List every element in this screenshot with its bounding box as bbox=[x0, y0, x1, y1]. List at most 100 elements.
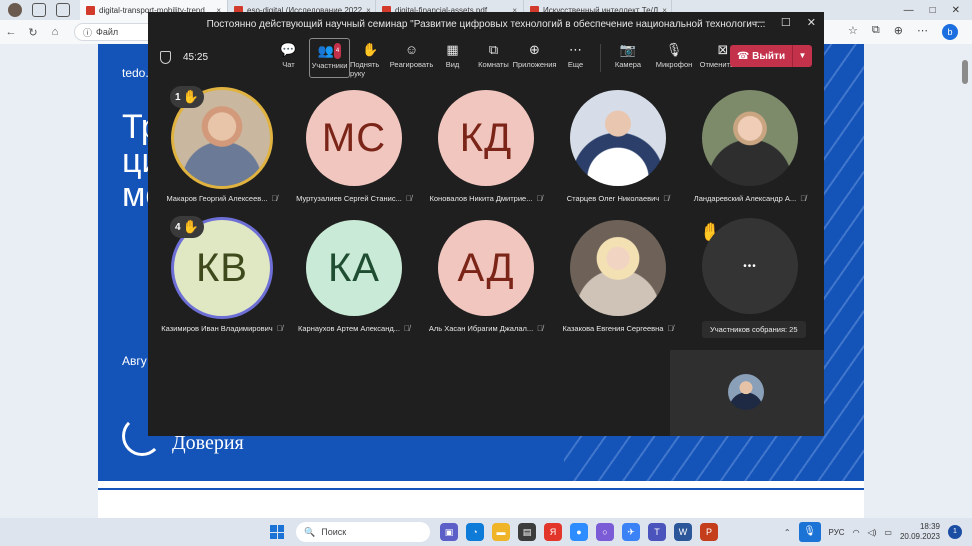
mic-muted-icon: 🎙̸ bbox=[405, 194, 412, 203]
toolbar-view-button[interactable]: ▦ Вид bbox=[432, 38, 473, 78]
participant-name: Казимиров Иван Владимирович 🎙̸ bbox=[161, 324, 283, 333]
telegram-app-icon[interactable]: ✈ bbox=[622, 523, 640, 541]
mic-muted-icon: 🎙̸ bbox=[800, 194, 807, 203]
participant-name: Ландаревский Александр А... 🎙̸ bbox=[693, 194, 807, 203]
participant-tile[interactable]: КА Карнаухов Артем Александ... 🎙̸ bbox=[288, 214, 420, 344]
participant-tile[interactable]: Старцев Олег Николаевич 🎙̸ bbox=[552, 84, 684, 214]
taskbar-search[interactable]: 🔍 Поиск bbox=[296, 522, 430, 542]
clock-time: 18:39 bbox=[919, 522, 940, 531]
home-icon[interactable]: ⌂ bbox=[44, 26, 66, 38]
browser-window-controls: — □ ✕ bbox=[904, 5, 972, 16]
clock[interactable]: 18:39 20.09.2023 bbox=[900, 522, 940, 542]
profile-avatar[interactable] bbox=[8, 3, 22, 17]
participant-name: Старцев Олег Николаевич 🎙̸ bbox=[566, 194, 670, 203]
more-participants-button[interactable]: ••• bbox=[702, 218, 798, 314]
chevron-down-icon[interactable]: ▼ bbox=[792, 45, 812, 67]
participant-count-tooltip: Участников собрания: 25 bbox=[702, 321, 806, 338]
start-button[interactable] bbox=[270, 525, 284, 539]
view-icon: ▦ bbox=[446, 42, 459, 57]
back-icon[interactable]: ← bbox=[0, 26, 22, 38]
shield-icon[interactable] bbox=[160, 50, 171, 64]
toolbar-chat-button[interactable]: 💬 Чат bbox=[268, 38, 309, 78]
participant-tile[interactable]: АД Аль Хасан Ибрагим Джалал... 🎙̸ bbox=[420, 214, 552, 344]
more-menu-icon[interactable]: ⋯ bbox=[917, 24, 928, 40]
mic-muted-icon: 🎙̸ bbox=[271, 194, 278, 203]
meeting-toolbar: 45:25 💬 Чат 👥 4 Участники ✋ Поднять руку ☺ Реаги… bbox=[148, 36, 824, 78]
minimize-icon[interactable]: — bbox=[754, 16, 765, 29]
close-icon[interactable]: ✕ bbox=[952, 5, 960, 16]
wifi-icon[interactable]: ◠ bbox=[853, 528, 860, 537]
bing-icon[interactable]: b bbox=[942, 24, 958, 40]
participant-name: Казакова Евгения Сергеевна 🎙̸ bbox=[562, 324, 674, 333]
participant-avatar bbox=[570, 220, 666, 316]
toolbar-rooms-button[interactable]: ⧉ Комнаты bbox=[473, 38, 514, 78]
raised-hand-icon: ✋ bbox=[182, 89, 199, 104]
favorites-star-icon[interactable]: ☆ bbox=[848, 24, 858, 40]
maximize-icon[interactable]: □ bbox=[930, 5, 936, 16]
toolbar-camera-off-button[interactable]: 📷 Камера bbox=[605, 38, 651, 78]
leave-button[interactable]: ☎ Выйти ▼ bbox=[730, 45, 812, 67]
edge-app-icon[interactable]: ◔ bbox=[466, 523, 484, 541]
apps-icon: ⊕ bbox=[529, 42, 540, 57]
hand-queue-number: 1 bbox=[175, 91, 181, 103]
language-indicator[interactable]: РУС bbox=[829, 528, 845, 537]
powerpoint-app-icon[interactable]: P bbox=[700, 523, 718, 541]
participant-tile[interactable]: МС Муртузалиев Сергей Станис... 🎙̸ bbox=[288, 84, 420, 214]
toolbar-raise-hand-button[interactable]: ✋ Поднять руку bbox=[350, 38, 391, 78]
toolbar-label: Чат bbox=[282, 60, 295, 69]
participant-tile[interactable]: Ландаревский Александр А... 🎙̸ bbox=[684, 84, 816, 214]
toolbar-microphone-button[interactable]: 🎙 Микрофон bbox=[651, 38, 697, 78]
collections-icon[interactable]: ⧉ bbox=[872, 24, 880, 40]
tab-actions-icon[interactable] bbox=[56, 3, 70, 17]
maximize-icon[interactable]: ☐ bbox=[781, 16, 791, 29]
slide-date: Авгу bbox=[122, 354, 147, 368]
chevron-up-icon[interactable]: ⌃ bbox=[784, 528, 791, 537]
toolbar-separator bbox=[600, 44, 601, 72]
battery-icon[interactable]: ▭ bbox=[884, 528, 892, 537]
extensions-icon[interactable]: ⊕ bbox=[894, 24, 903, 40]
microphone-icon: 🎙 bbox=[665, 42, 683, 57]
toolbar-label: Комнаты bbox=[478, 60, 509, 69]
participant-tile[interactable]: Казакова Евгения Сергеевна 🎙̸ bbox=[552, 214, 684, 344]
notification-badge[interactable]: 1 bbox=[948, 525, 962, 539]
zoom-app-icon[interactable]: ● bbox=[570, 523, 588, 541]
mic-muted-icon: 🎙̸ bbox=[667, 324, 674, 333]
minimize-icon[interactable]: — bbox=[904, 5, 914, 16]
close-icon[interactable]: ✕ bbox=[807, 16, 816, 29]
hand-queue-number: 4 bbox=[175, 221, 181, 233]
teams-app-icon[interactable]: T bbox=[648, 523, 666, 541]
yandex-app-icon[interactable]: Я bbox=[544, 523, 562, 541]
toolbar-apps-button[interactable]: ⊕ Приложения bbox=[513, 38, 557, 78]
participant-avatar bbox=[702, 90, 798, 186]
store-app-icon[interactable]: ▤ bbox=[518, 523, 536, 541]
toolbar-label: Камера bbox=[614, 60, 642, 69]
chat-app-icon[interactable]: ▣ bbox=[440, 523, 458, 541]
workspaces-icon[interactable] bbox=[32, 3, 46, 17]
self-avatar bbox=[728, 374, 764, 410]
raise-hand-icon: ✋ bbox=[362, 42, 379, 57]
microphone-tray-icon[interactable]: 🎙 bbox=[798, 522, 821, 542]
toolbar-people-button[interactable]: 👥 4 Участники bbox=[309, 38, 350, 78]
search-placeholder: Поиск bbox=[321, 527, 347, 537]
explorer-app-icon[interactable]: ▬ bbox=[492, 523, 510, 541]
volume-icon[interactable]: ◁) bbox=[868, 528, 877, 537]
raised-hand-icon: ✋ bbox=[182, 219, 199, 234]
ellipsis-icon: ••• bbox=[743, 260, 757, 272]
word-app-icon[interactable]: W bbox=[674, 523, 692, 541]
refresh-icon[interactable]: ↻ bbox=[22, 26, 44, 39]
participant-tile[interactable]: КВ 4 ✋ Казимиров Иван Владимирович 🎙̸ bbox=[156, 214, 288, 344]
meeting-title-bar: Постоянно действующий научный семинар "Р… bbox=[148, 12, 824, 36]
toolbar-label: Микрофон bbox=[655, 60, 693, 69]
toolbar-label: Участники bbox=[311, 61, 348, 70]
mic-muted-icon: 🎙̸ bbox=[536, 194, 543, 203]
participant-tile[interactable]: 1 ✋ Макаров Георгий Алексеев... 🎙̸ bbox=[156, 84, 288, 214]
rooms-icon: ⧉ bbox=[488, 42, 499, 57]
toolbar-react-button[interactable]: ☺ Реагировать bbox=[390, 38, 434, 78]
mic-muted-icon: 🎙̸ bbox=[537, 324, 544, 333]
page-scrollbar[interactable] bbox=[962, 60, 968, 84]
self-view-tile[interactable] bbox=[670, 350, 824, 436]
app-icon[interactable]: ○ bbox=[596, 523, 614, 541]
stop-share-icon: ⊠ bbox=[717, 42, 729, 57]
participant-tile[interactable]: КД Коновалов Никита Дмитрие... 🎙̸ bbox=[420, 84, 552, 214]
toolbar-more-button[interactable]: ⋯ Еще bbox=[555, 38, 596, 78]
